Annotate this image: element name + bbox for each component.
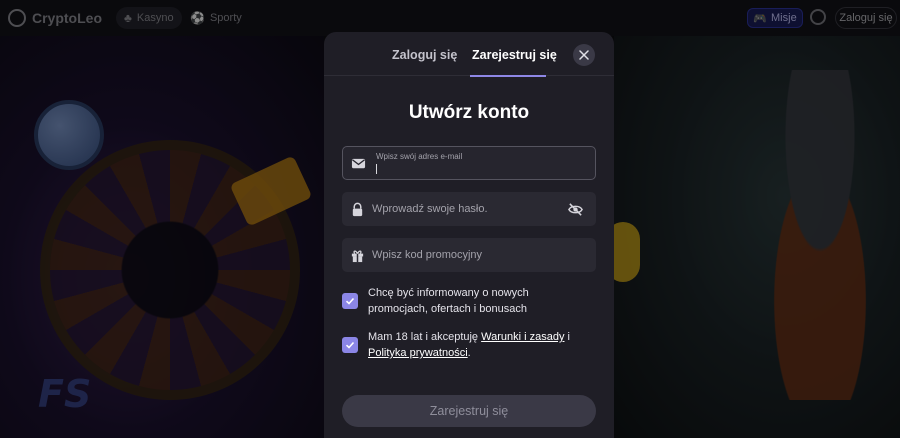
modal-title: Utwórz konto (408, 102, 530, 123)
terms-consent-row: Mam 18 lat i akceptuję Warunki i zasady … (342, 329, 596, 361)
terms-prefix: Mam 18 lat i akceptuję (368, 331, 482, 343)
promo-code-field[interactable]: Wpisz kod promocyjny (342, 238, 596, 272)
marketing-consent-row: Chcę być informowany o nowych promocjach… (342, 285, 596, 317)
password-field[interactable]: Wprowadź swoje hasło. (342, 192, 596, 226)
eye-slash-icon[interactable] (567, 201, 584, 218)
checkmark-icon (345, 297, 355, 305)
tab-register[interactable]: Zarejestruj się (472, 48, 557, 62)
register-submit-button[interactable]: Zarejestruj się (342, 395, 596, 427)
checkmark-icon (345, 341, 355, 349)
privacy-policy-link[interactable]: Polityka prywatności (368, 347, 468, 359)
email-label: Wpisz swój adres e-mail (376, 152, 463, 161)
tab-login[interactable]: Zaloguj się (392, 48, 457, 62)
active-tab-indicator (470, 75, 546, 77)
email-field[interactable]: Wpisz swój adres e-mail (342, 146, 596, 180)
auth-tabs: Zaloguj się Zarejestruj się (324, 32, 614, 77)
terms-link[interactable]: Warunki i zasady (481, 331, 564, 343)
marketing-consent-line1: Chcę być informowany o nowych (368, 287, 529, 299)
marketing-consent-line2: promocjach, ofertach i bonusach (368, 303, 527, 315)
promo-code-placeholder: Wpisz kod promocyjny (372, 249, 483, 261)
lock-icon (342, 202, 372, 217)
password-placeholder: Wprowadź swoje hasło. (372, 203, 488, 215)
envelope-icon (343, 156, 373, 171)
terms-and: i (564, 331, 570, 343)
register-modal: Zaloguj się Zarejestruj się Utwórz konto… (324, 32, 614, 438)
email-input[interactable] (376, 161, 576, 177)
close-button[interactable] (573, 44, 595, 66)
terms-consent-text: Mam 18 lat i akceptuję Warunki i zasady … (368, 329, 570, 361)
gift-icon (342, 248, 372, 263)
close-icon (579, 50, 589, 60)
terms-suffix: . (467, 347, 471, 359)
terms-consent-checkbox[interactable] (342, 337, 358, 353)
marketing-consent-checkbox[interactable] (342, 293, 358, 309)
marketing-consent-text: Chcę być informowany o nowych promocjach… (368, 285, 529, 317)
